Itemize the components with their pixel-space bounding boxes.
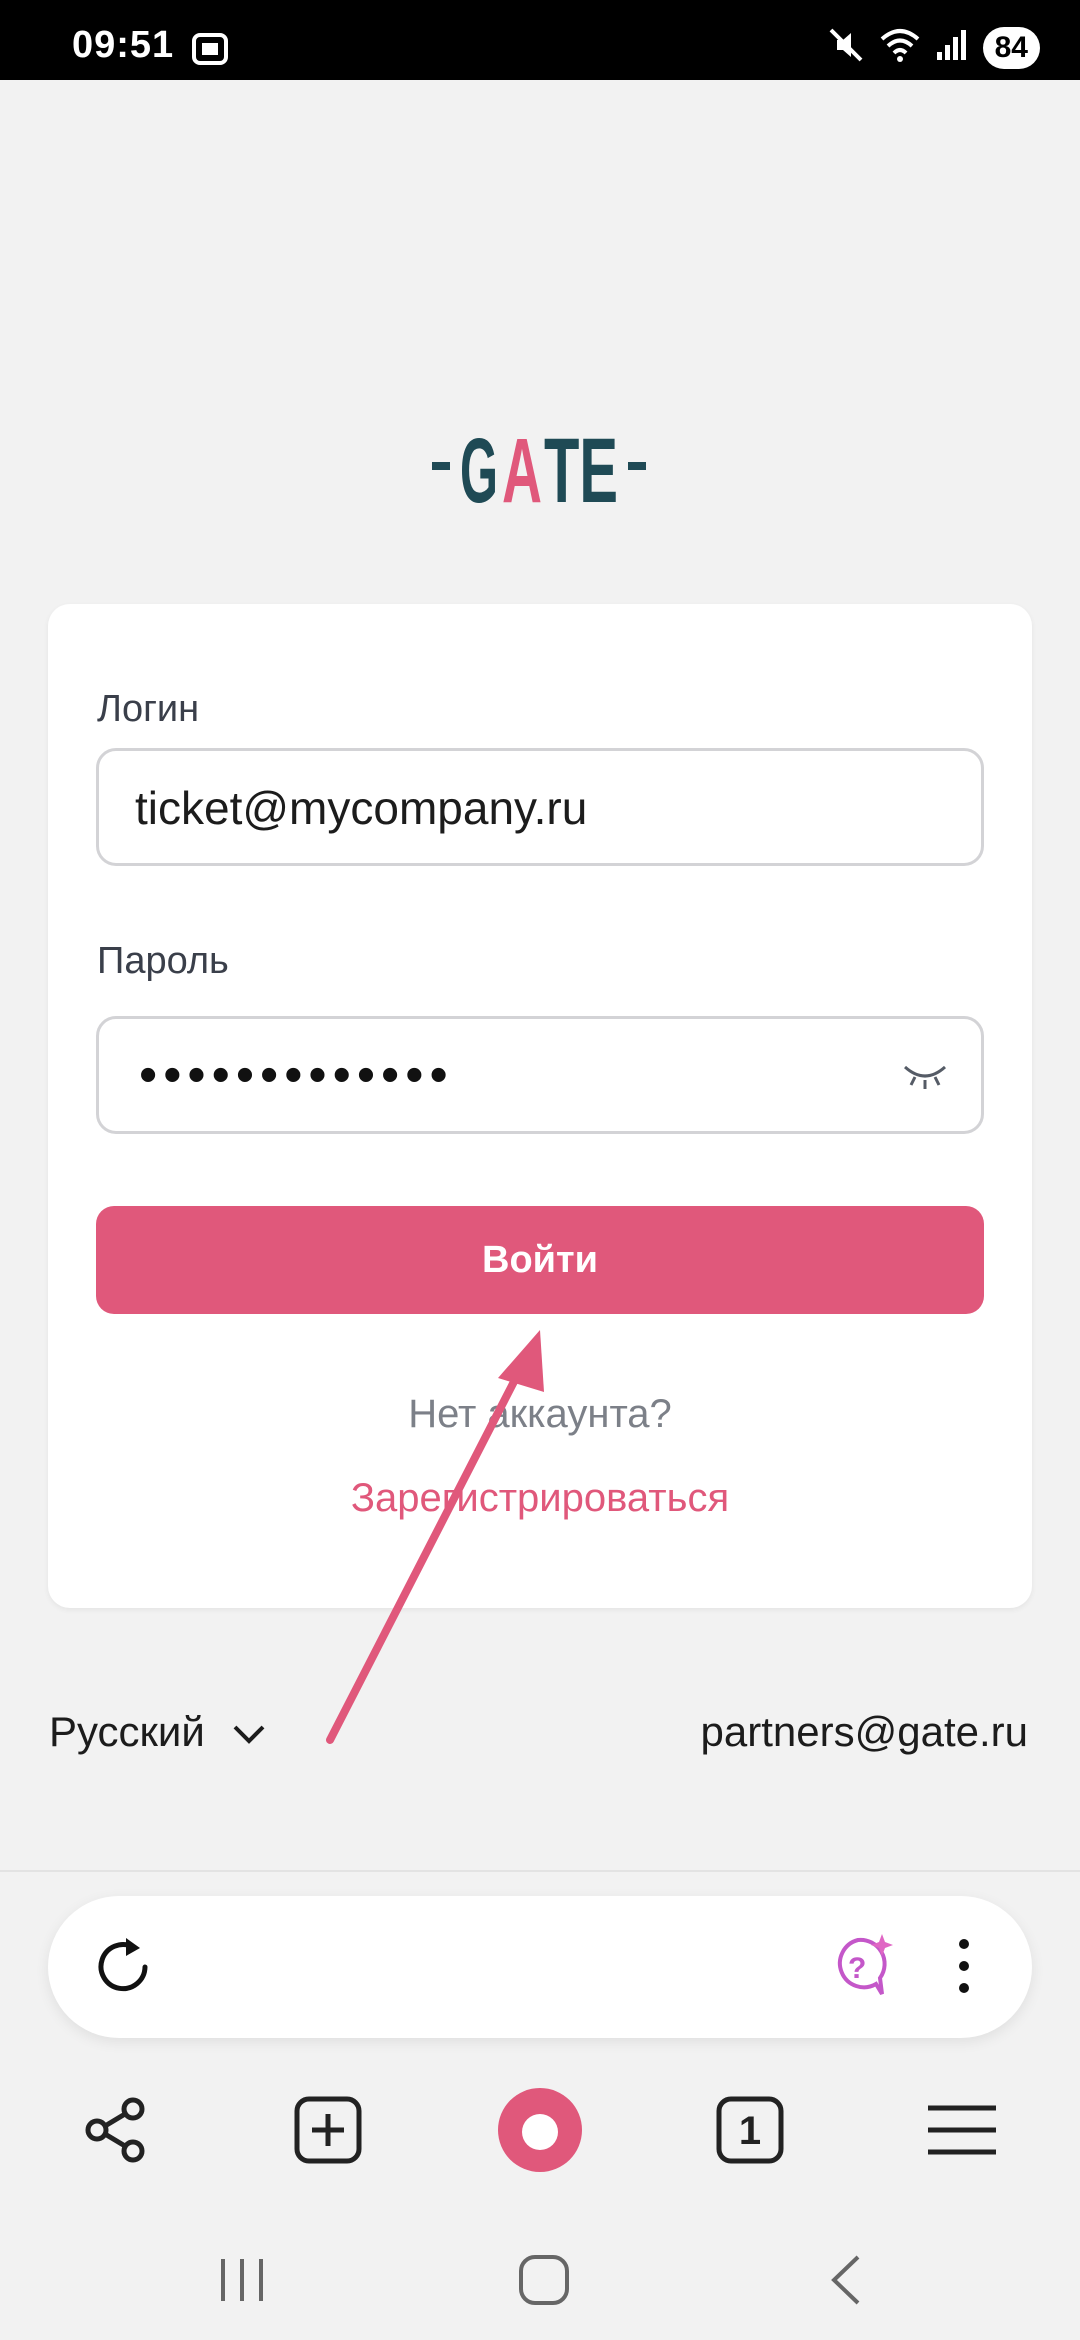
back-icon[interactable] bbox=[806, 2240, 886, 2320]
menu-icon[interactable] bbox=[912, 2080, 1012, 2180]
gate-logo: G A TE bbox=[0, 420, 1080, 522]
language-selector[interactable]: Русский bbox=[49, 1708, 267, 1756]
login-card: Логин ticket@mycompany.ru Пароль •••••••… bbox=[48, 604, 1032, 1608]
password-label: Пароль bbox=[97, 940, 229, 982]
screenshot-icon bbox=[190, 32, 230, 71]
home-icon[interactable] bbox=[504, 2240, 584, 2320]
language-label: Русский bbox=[49, 1708, 205, 1755]
register-link[interactable]: Зарегистрироваться bbox=[48, 1476, 1032, 1521]
new-tab-icon[interactable] bbox=[278, 2080, 378, 2180]
login-button[interactable]: Войти bbox=[96, 1206, 984, 1314]
no-account-text: Нет аккаунта? bbox=[408, 1392, 672, 1436]
status-icons: 84 bbox=[827, 26, 1040, 69]
svg-text:G: G bbox=[460, 420, 498, 516]
eye-closed-icon[interactable] bbox=[901, 1059, 949, 1098]
chevron-down-icon bbox=[231, 1708, 267, 1756]
reload-icon[interactable] bbox=[88, 1932, 158, 2007]
svg-text:?: ? bbox=[848, 1952, 866, 1985]
partners-email-link[interactable]: partners@gate.ru bbox=[701, 1708, 1028, 1756]
share-icon[interactable] bbox=[66, 2080, 166, 2180]
signal-icon bbox=[935, 28, 969, 67]
battery-indicator: 84 bbox=[982, 26, 1040, 69]
login-label: Логин bbox=[97, 688, 200, 730]
browser-bottom-nav: 1 bbox=[0, 2070, 1080, 2180]
tabs-count: 1 bbox=[739, 2109, 761, 2153]
login-input-value: ticket@mycompany.ru bbox=[135, 782, 588, 834]
system-navigation bbox=[0, 2220, 1080, 2340]
recent-apps-icon[interactable] bbox=[202, 2240, 282, 2320]
divider bbox=[0, 1870, 1080, 1872]
status-bar: 09:51 84 bbox=[0, 0, 1080, 80]
login-input[interactable]: ticket@mycompany.ru bbox=[96, 748, 984, 866]
password-input[interactable]: ••••••••••••• bbox=[96, 1016, 984, 1134]
ai-assistant-icon[interactable]: ? bbox=[824, 1930, 896, 2007]
wifi-icon bbox=[879, 27, 921, 68]
password-input-value: ••••••••••••• bbox=[139, 1046, 454, 1104]
svg-text:TE: TE bbox=[544, 420, 618, 516]
mute-icon bbox=[827, 26, 865, 69]
status-time: 09:51 bbox=[72, 24, 175, 66]
browser-toolbar: ? bbox=[48, 1896, 1032, 2038]
alice-assistant-icon[interactable] bbox=[490, 2080, 590, 2180]
svg-text:A: A bbox=[502, 420, 542, 516]
more-vertical-icon[interactable] bbox=[956, 1936, 972, 2001]
tabs-count-icon[interactable]: 1 bbox=[700, 2080, 800, 2180]
